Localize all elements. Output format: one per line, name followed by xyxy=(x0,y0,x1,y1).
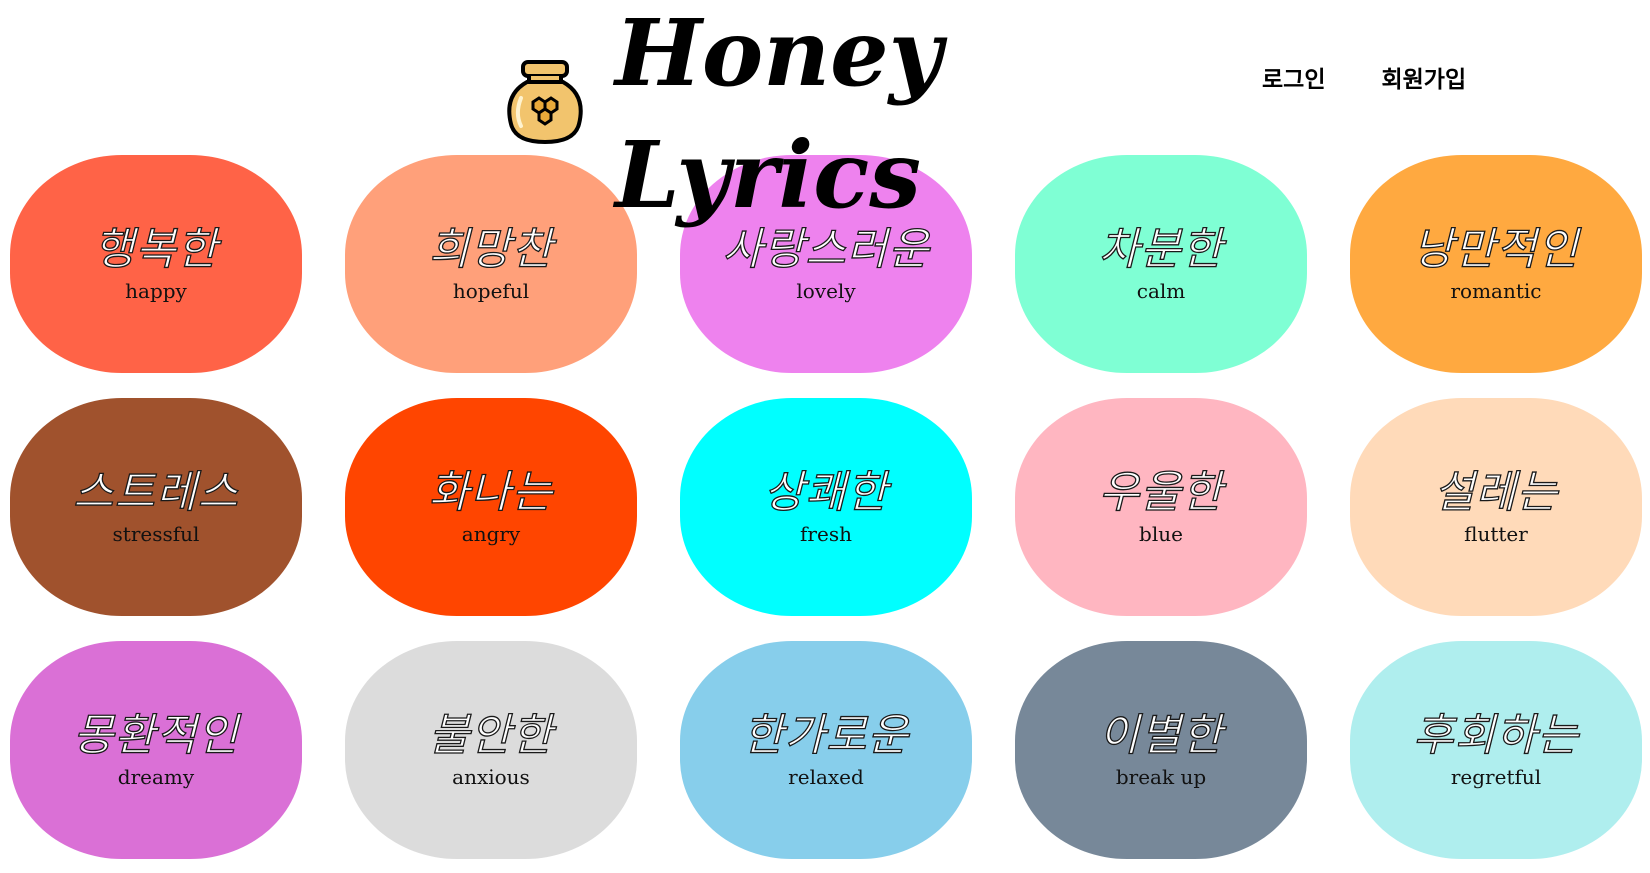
mood-card-romantic[interactable]: 낭만적인 romantic xyxy=(1350,155,1642,373)
mood-english-label: flutter xyxy=(1464,522,1528,546)
mood-korean-label: 스트레스 xyxy=(72,466,239,518)
login-link[interactable]: 로그인 xyxy=(1262,60,1325,94)
mood-korean-label: 이별한 xyxy=(1098,709,1224,761)
mood-card-flutter[interactable]: 설레는 flutter xyxy=(1350,398,1642,616)
mood-korean-label: 우울한 xyxy=(1098,466,1224,518)
mood-english-label: stressful xyxy=(112,522,200,546)
mood-korean-label: 한가로운 xyxy=(742,709,909,761)
mood-korean-label: 불안한 xyxy=(428,709,554,761)
mood-korean-label: 후회하는 xyxy=(1412,709,1579,761)
site-title-line-1: Honey xyxy=(615,0,943,107)
mood-english-label: regretful xyxy=(1450,765,1542,789)
mood-korean-label: 차분한 xyxy=(1098,223,1224,275)
mood-english-label: calm xyxy=(1136,279,1186,303)
mood-korean-label: 희망찬 xyxy=(428,223,554,275)
mood-korean-label: 행복한 xyxy=(93,223,219,275)
mood-english-label: happy xyxy=(125,279,187,303)
mood-english-label: hopeful xyxy=(452,279,530,303)
signup-link[interactable]: 회원가입 xyxy=(1381,60,1466,94)
mood-card-happy[interactable]: 행복한 happy xyxy=(10,155,302,373)
mood-card-fresh[interactable]: 상쾌한 fresh xyxy=(680,398,972,616)
auth-nav: 로그인 회원가입 xyxy=(1262,60,1466,94)
mood-card-break-up[interactable]: 이별한 break up xyxy=(1015,641,1307,859)
mood-card-calm[interactable]: 차분한 calm xyxy=(1015,155,1307,373)
mood-card-hopeful[interactable]: 희망찬 hopeful xyxy=(345,155,637,373)
site-title-line-2: Lyrics xyxy=(615,121,922,229)
mood-card-dreamy[interactable]: 몽환적인 dreamy xyxy=(10,641,302,859)
mood-english-label: blue xyxy=(1139,522,1183,546)
mood-english-label: lovely xyxy=(796,279,856,303)
mood-english-label: angry xyxy=(461,522,521,546)
mood-card-stressful[interactable]: 스트레스 stressful xyxy=(10,398,302,616)
honey-jar-icon[interactable] xyxy=(505,58,585,146)
mood-grid: 행복한 happy 희망찬 hopeful 사랑스러운 lovely 차분한 calm 낭만적인… xyxy=(10,155,1642,859)
mood-english-label: anxious xyxy=(452,765,530,789)
mood-card-regretful[interactable]: 후회하는 regretful xyxy=(1350,641,1642,859)
mood-card-anxious[interactable]: 불안한 anxious xyxy=(345,641,637,859)
mood-english-label: romantic xyxy=(1450,279,1542,303)
mood-card-angry[interactable]: 화나는 angry xyxy=(345,398,637,616)
mood-english-label: relaxed xyxy=(788,765,864,789)
mood-english-label: break up xyxy=(1115,765,1207,789)
site-title[interactable]: Honey Lyrics xyxy=(615,0,942,236)
mood-korean-label: 낭만적인 xyxy=(1412,223,1579,275)
mood-card-blue[interactable]: 우울한 blue xyxy=(1015,398,1307,616)
mood-korean-label: 몽환적인 xyxy=(72,709,239,761)
mood-korean-label: 상쾌한 xyxy=(763,466,889,518)
mood-english-label: dreamy xyxy=(117,765,195,789)
page: Honey Lyrics 로그인 회원가입 행복한 happy 희망찬 hopeful… xyxy=(0,0,1650,873)
mood-korean-label: 설레는 xyxy=(1433,466,1559,518)
mood-korean-label: 화나는 xyxy=(428,466,554,518)
mood-english-label: fresh xyxy=(800,522,852,546)
mood-card-relaxed[interactable]: 한가로운 relaxed xyxy=(680,641,972,859)
